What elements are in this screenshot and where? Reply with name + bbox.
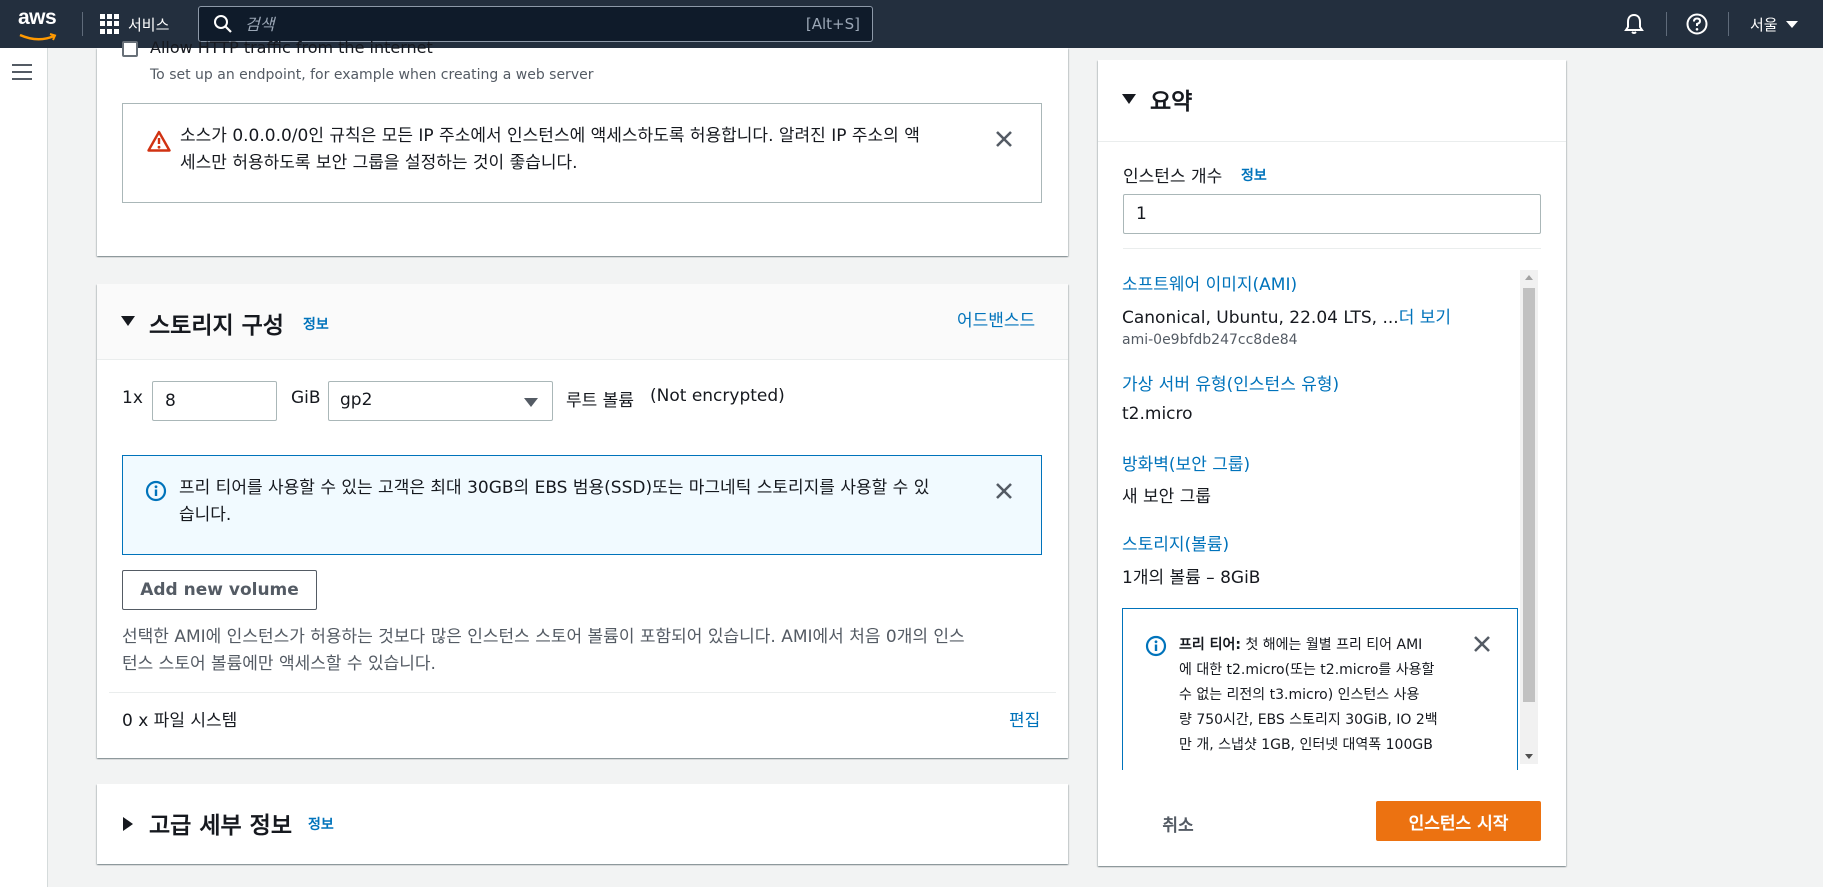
file-system-label: 0 x 파일 시스템 xyxy=(122,711,238,731)
ami-id: ami-0e9bfdb247cc8de84 xyxy=(1122,332,1298,348)
caret-down-icon xyxy=(524,398,538,407)
summary-scrollbar[interactable] xyxy=(1520,270,1538,764)
free-tier-line-1: 프리 티어를 사용할 수 있는 고객은 최대 30GB의 EBS 범용(SSD)… xyxy=(179,478,930,498)
open-ip-warning-alert: 소스가 0.0.0.0/0인 규칙은 모든 IP 주소에서 인스턴스에 액세스하… xyxy=(122,103,1042,203)
allow-http-label: Allow HTTP traffic from the internet xyxy=(150,38,433,57)
instance-count-input[interactable] xyxy=(1123,194,1541,234)
divider xyxy=(109,692,1056,693)
aws-smile-icon xyxy=(19,33,57,41)
storage-volume-value: 1개의 볼륨 – 8GiB xyxy=(1122,568,1261,588)
storage-title: 스토리지 구성 xyxy=(149,313,284,339)
allow-http-description: To set up an endpoint, for example when … xyxy=(150,67,594,83)
summary-scroll-area[interactable]: 소프트웨어 이미지(AMI) Canonical, Ubuntu, 22.04 … xyxy=(1122,270,1542,770)
add-new-volume-button[interactable]: Add new volume xyxy=(122,570,317,610)
caret-down-icon[interactable] xyxy=(1122,94,1136,104)
free-tier-summary-alert: 프리 티어: 첫 해에는 월별 프리 티어 AMI 에 대한 t2.micro(… xyxy=(1122,608,1518,770)
free-tier-summary-line-4: 량 750시간, EBS 스토리지 30GiB, IO 2백 xyxy=(1179,712,1438,728)
edit-file-systems-link[interactable]: 편집 xyxy=(1009,706,1040,731)
firewall-link[interactable]: 방화벽(보안 그룹) xyxy=(1122,450,1250,475)
ami-more-link[interactable]: 더 보기 xyxy=(1399,308,1451,328)
scroll-up-arrow-icon[interactable] xyxy=(1525,275,1533,280)
instance-count-info-link[interactable]: 정보 xyxy=(1241,165,1267,185)
instance-count-label: 인스턴스 개수 xyxy=(1123,167,1223,187)
volume-size-input[interactable] xyxy=(152,381,277,421)
instance-store-line-1: 선택한 AMI에 인스턴스가 허용하는 것보다 많은 인스턴스 스토어 볼륨이 … xyxy=(122,627,965,647)
notifications-bell-icon[interactable] xyxy=(1622,12,1646,36)
info-icon xyxy=(1145,635,1167,657)
aws-logo[interactable]: aws xyxy=(18,6,62,41)
aws-logo-text: aws xyxy=(18,6,57,29)
help-icon[interactable] xyxy=(1685,12,1709,36)
ami-link[interactable]: 소프트웨어 이미지(AMI) xyxy=(1122,270,1297,295)
storage-section-header[interactable]: 스토리지 구성 정보 어드밴스드 xyxy=(97,284,1068,360)
summary-title: 요약 xyxy=(1150,89,1193,115)
info-icon xyxy=(145,480,167,502)
storage-volume-link[interactable]: 스토리지(볼륨) xyxy=(1122,530,1229,555)
close-icon[interactable] xyxy=(1471,633,1493,655)
volume-size-unit: GiB xyxy=(291,388,321,408)
instance-store-line-2: 턴스 스토어 볼륨에만 액세스할 수 있습니다. xyxy=(122,654,436,674)
close-icon[interactable] xyxy=(993,128,1015,150)
global-search[interactable]: [Alt+S] xyxy=(198,6,873,42)
caret-right-icon[interactable] xyxy=(123,817,133,831)
warning-message: 소스가 0.0.0.0/0인 규칙은 모든 IP 주소에서 인스턴스에 액세스하… xyxy=(180,123,990,177)
free-tier-summary-line-2: 에 대한 t2.micro(또는 t2.micro를 사용할 xyxy=(1179,662,1435,678)
advanced-details-title: 고급 세부 정보 xyxy=(149,813,292,839)
free-tier-storage-alert: 프리 티어를 사용할 수 있는 고객은 최대 30GB의 EBS 범용(SSD)… xyxy=(122,455,1042,555)
region-selector[interactable]: 서울 xyxy=(1750,0,1798,48)
search-shortcut-hint: [Alt+S] xyxy=(805,15,860,33)
free-tier-summary-line-3: 수 없는 리전의 t3.micro) 인스턴스 사용 xyxy=(1179,687,1420,703)
encryption-status: (Not encrypted) xyxy=(650,386,785,406)
services-label: 서비스 xyxy=(128,15,170,34)
side-navigation-rail xyxy=(0,48,48,887)
nav-divider xyxy=(1666,12,1667,36)
summary-panel: 요약 인스턴스 개수 정보 소프트웨어 이미지(AMI) Canonical, … xyxy=(1098,60,1566,866)
divider xyxy=(1123,248,1541,249)
root-volume-label: 루트 볼륨 xyxy=(566,391,634,411)
advanced-details-panel[interactable]: 고급 세부 정보 정보 xyxy=(97,784,1068,864)
summary-header[interactable]: 요약 xyxy=(1098,60,1566,142)
search-input[interactable] xyxy=(233,13,806,35)
scroll-down-arrow-icon[interactable] xyxy=(1525,754,1533,759)
cancel-button[interactable]: 취소 xyxy=(1138,803,1218,843)
menu-icon[interactable] xyxy=(12,64,32,82)
warning-line-1: 소스가 0.0.0.0/0인 규칙은 모든 IP 주소에서 인스턴스에 액세스하… xyxy=(180,126,920,146)
firewall-value: 새 보안 그룹 xyxy=(1122,487,1212,507)
nav-divider xyxy=(1728,12,1729,36)
apps-grid-icon xyxy=(100,14,120,34)
volume-count-prefix: 1x xyxy=(122,388,143,408)
instance-store-note: 선택한 AMI에 인스턴스가 허용하는 것보다 많은 인스턴스 스토어 볼륨이 … xyxy=(122,624,1042,678)
close-icon[interactable] xyxy=(993,480,1015,502)
scrollbar-thumb[interactable] xyxy=(1523,288,1535,702)
caret-down-icon[interactable] xyxy=(121,316,135,326)
advanced-link[interactable]: 어드밴스드 xyxy=(957,306,1035,331)
allow-http-checkbox[interactable] xyxy=(122,41,138,57)
nav-divider xyxy=(82,12,83,36)
instance-type-value: t2.micro xyxy=(1122,404,1193,424)
free-tier-line-2: 습니다. xyxy=(179,505,232,525)
volume-type-value: gp2 xyxy=(340,390,373,410)
caret-down-icon xyxy=(1785,20,1798,28)
instance-type-link[interactable]: 가상 서버 유형(인스턴스 유형) xyxy=(1122,370,1339,395)
network-settings-panel: Allow HTTP traffic from the internet To … xyxy=(97,38,1068,256)
free-tier-summary-line-5: 만 개, 스냅샷 1GB, 인터넷 대역폭 100GB xyxy=(1179,737,1433,753)
free-tier-bold-label: 프리 티어: xyxy=(1179,637,1241,653)
volume-type-select[interactable]: gp2 xyxy=(328,381,553,421)
free-tier-summary-line-1: 첫 해에는 월별 프리 티어 AMI xyxy=(1241,637,1423,653)
region-label: 서울 xyxy=(1750,15,1778,34)
advanced-info-link[interactable]: 정보 xyxy=(308,814,334,834)
search-icon xyxy=(214,15,232,33)
free-tier-summary-message: 프리 티어: 첫 해에는 월별 프리 티어 AMI 에 대한 t2.micro(… xyxy=(1179,633,1469,758)
ami-value: Canonical, Ubuntu, 22.04 LTS, ... xyxy=(1122,308,1399,328)
storage-config-panel: 스토리지 구성 정보 어드밴스드 1x GiB gp2 루트 볼륨 (Not e… xyxy=(97,284,1068,758)
warning-triangle-icon xyxy=(147,130,171,152)
warning-line-2: 세스만 허용하도록 보안 그룹을 설정하는 것이 좋습니다. xyxy=(180,153,578,173)
storage-info-link[interactable]: 정보 xyxy=(303,314,329,334)
launch-instance-button[interactable]: 인스턴스 시작 xyxy=(1376,801,1541,841)
free-tier-storage-message: 프리 티어를 사용할 수 있는 고객은 최대 30GB의 EBS 범용(SSD)… xyxy=(179,475,989,529)
